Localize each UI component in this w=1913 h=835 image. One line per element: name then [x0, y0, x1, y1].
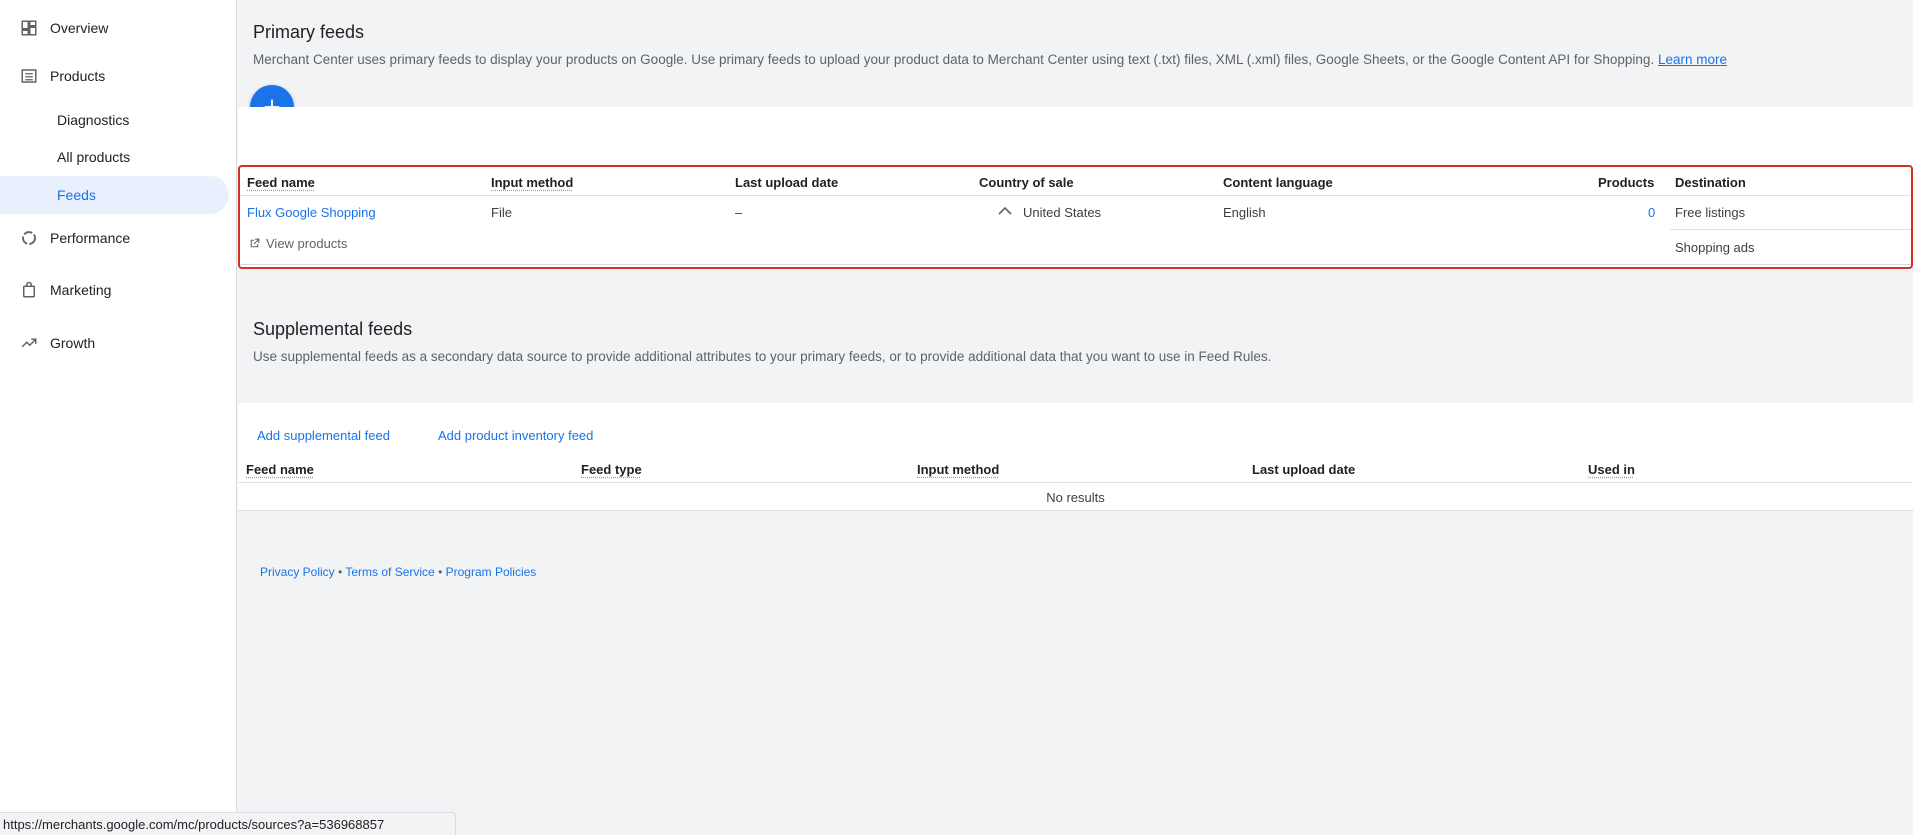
sidebar-item-label: Overview — [50, 20, 109, 36]
sidebar-item-overview[interactable]: Overview — [0, 9, 108, 47]
sidebar-item-label: Marketing — [50, 282, 112, 298]
primary-feeds-table: Feed name Input method Last upload date … — [238, 165, 1913, 269]
col-input-method[interactable]: Input method — [917, 462, 999, 477]
destination-free-listings: Free listings — [1675, 205, 1746, 220]
col-content-language[interactable]: Content language — [1223, 175, 1333, 190]
sidebar-item-label: Growth — [50, 335, 96, 351]
terms-of-service-link[interactable]: Terms of Service — [345, 565, 434, 579]
footer-separator: • — [338, 565, 343, 579]
view-products-link[interactable]: View products — [248, 236, 347, 251]
sidebar-item-feeds[interactable]: Feeds — [0, 176, 229, 214]
sidebar-item-performance[interactable]: Performance — [0, 219, 130, 257]
divider — [238, 482, 1913, 483]
chevron-up-icon[interactable] — [997, 204, 1013, 221]
country-value: United States — [1023, 205, 1102, 220]
footer-separator: • — [438, 565, 443, 579]
sidebar-item-label: All products — [57, 149, 131, 165]
sidebar-item-label: Diagnostics — [57, 112, 130, 128]
col-last-upload-date[interactable]: Last upload date — [735, 175, 838, 190]
add-supplemental-feed-button[interactable]: Add supplemental feed — [257, 428, 390, 443]
divider — [1670, 229, 1911, 230]
destination-shopping-ads: Shopping ads — [1675, 240, 1755, 255]
donut-icon — [20, 229, 38, 247]
divider — [238, 510, 1913, 511]
learn-more-link[interactable]: Learn more — [1658, 52, 1727, 67]
col-input-method[interactable]: Input method — [491, 175, 573, 190]
col-destination[interactable]: Destination — [1675, 175, 1746, 190]
sidebar-item-label: Performance — [50, 230, 131, 246]
status-url: https://merchants.google.com/mc/products… — [3, 816, 385, 832]
sidebar-item-all-products[interactable]: All products — [0, 138, 130, 176]
list-icon — [20, 67, 38, 85]
col-country-of-sale[interactable]: Country of sale — [979, 175, 1074, 190]
language-value: English — [1223, 205, 1266, 220]
program-policies-link[interactable]: Program Policies — [446, 565, 537, 579]
col-feed-type[interactable]: Feed type — [581, 462, 642, 477]
last-upload-value: – — [735, 205, 743, 220]
col-products[interactable]: Products — [1598, 175, 1654, 190]
empty-state-text: No results — [1046, 490, 1105, 505]
supplemental-feeds-panel: Add supplemental feed Add product invent… — [238, 403, 1913, 511]
dashboard-icon — [20, 19, 38, 37]
footer-links: Privacy Policy • Terms of Service • Prog… — [260, 565, 536, 579]
col-used-in[interactable]: Used in — [1588, 462, 1635, 477]
col-last-upload-date[interactable]: Last upload date — [1252, 462, 1355, 477]
primary-feeds-band — [238, 107, 1913, 167]
main-content: Primary feeds Merchant Center uses prima… — [238, 0, 1913, 835]
sidebar-item-marketing[interactable]: Marketing — [0, 271, 111, 309]
bag-icon — [20, 281, 38, 299]
sidebar-item-products[interactable]: Products — [0, 57, 105, 95]
sidebar-item-diagnostics[interactable]: Diagnostics — [0, 101, 129, 139]
add-product-inventory-feed-button[interactable]: Add product inventory feed — [438, 428, 593, 443]
col-feed-name[interactable]: Feed name — [246, 462, 314, 477]
divider — [240, 195, 1911, 196]
open-in-new-icon — [250, 238, 260, 248]
feed-name-link[interactable]: Flux Google Shopping — [247, 205, 376, 220]
input-method-value: File — [491, 205, 512, 220]
primary-feeds-title: Primary feeds — [253, 22, 365, 42]
sidebar-item-label: Products — [50, 68, 106, 84]
privacy-policy-link[interactable]: Privacy Policy — [260, 565, 335, 579]
sidebar-item-label: Feeds — [57, 187, 96, 203]
browser-status-bar: https://merchants.google.com/mc/products… — [0, 812, 456, 835]
products-count-link[interactable]: 0 — [1648, 205, 1655, 220]
supplemental-feeds-title: Supplemental feeds — [253, 319, 413, 339]
trending-up-icon — [20, 334, 38, 352]
primary-feeds-description: Merchant Center uses primary feeds to di… — [253, 52, 1728, 67]
col-feed-name[interactable]: Feed name — [247, 175, 315, 190]
sidebar: Overview Products Diagnostics All produc… — [0, 0, 237, 835]
divider — [240, 264, 1911, 265]
supplemental-feeds-description: Use supplemental feeds as a secondary da… — [253, 349, 1272, 364]
sidebar-item-growth[interactable]: Growth — [0, 324, 95, 362]
